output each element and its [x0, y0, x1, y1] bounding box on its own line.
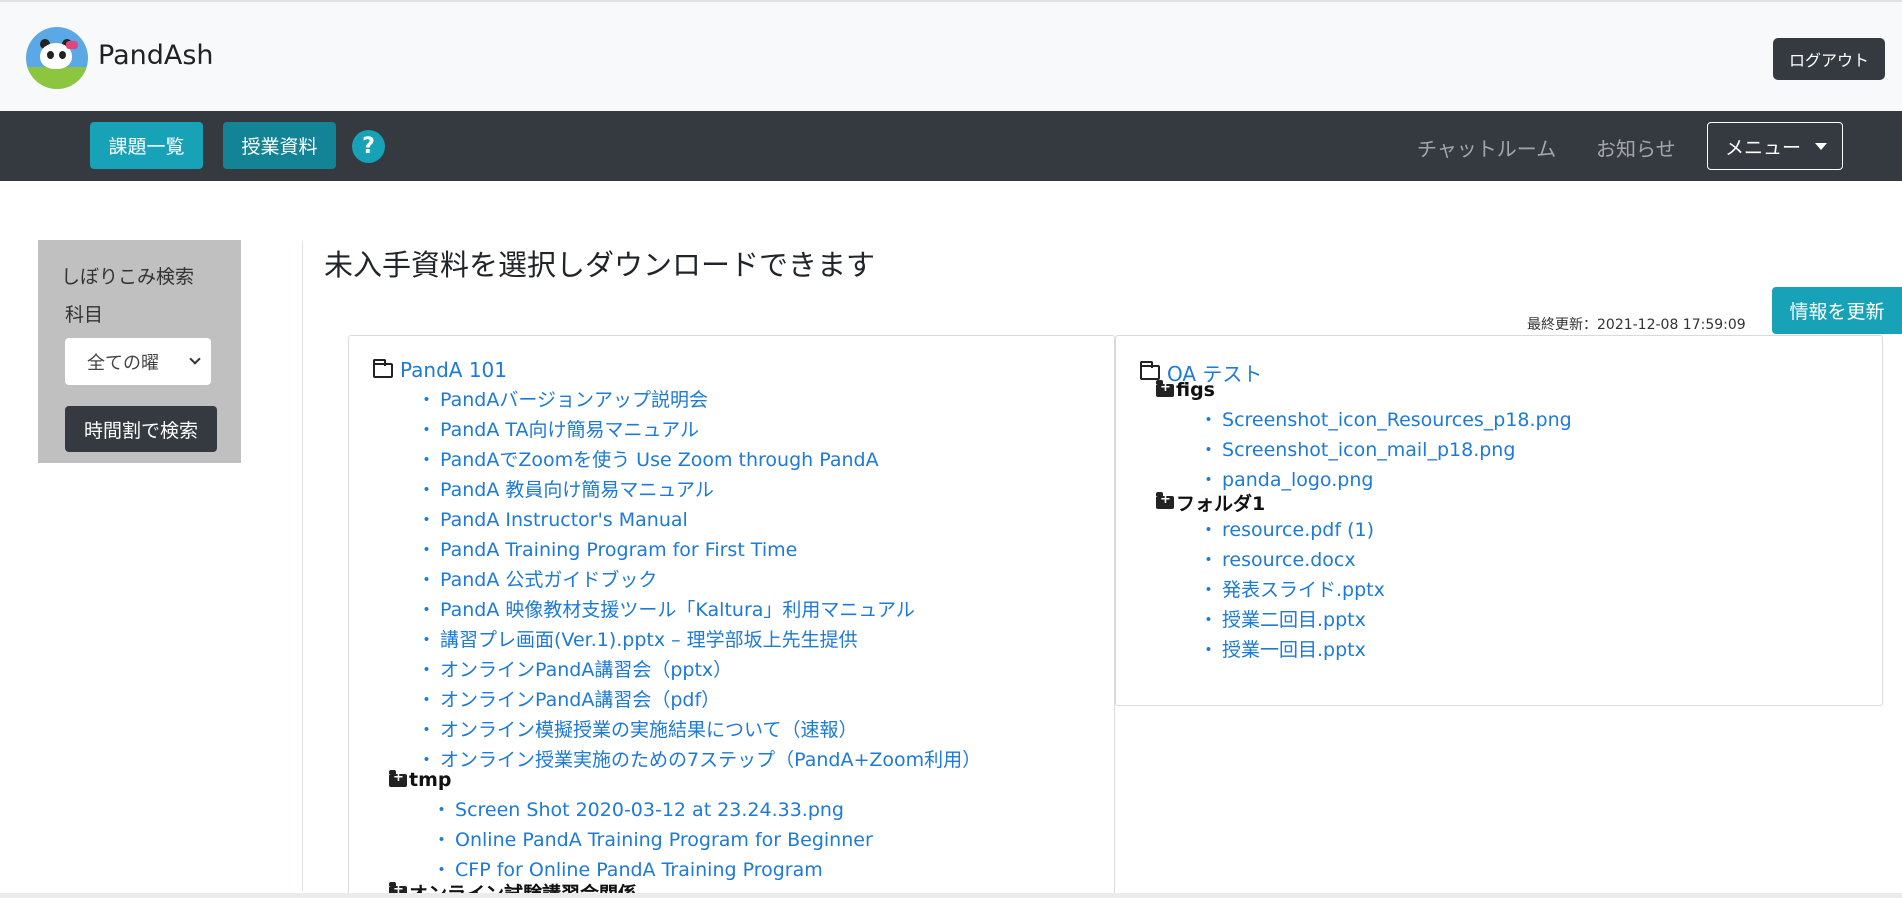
- file-item[interactable]: ・発表スライド.pptx: [1199, 575, 1385, 602]
- pandash-logo-icon[interactable]: [26, 27, 88, 89]
- help-icon[interactable]: ?: [352, 130, 385, 163]
- file-item[interactable]: ・ Screen Shot 2020-03-12 at 23.24.33.png: [432, 795, 844, 822]
- menu-label: メニュー: [1725, 136, 1802, 159]
- file-item[interactable]: ・授業一回目.pptx: [1199, 635, 1366, 662]
- course-title-panda-101[interactable]: PandA 101: [373, 358, 507, 382]
- materials-button[interactable]: 授業資料: [223, 122, 336, 169]
- file-item[interactable]: ・ CFP for Online PandA Training Program: [432, 855, 823, 882]
- filter-sidebar: しぼりこみ検索 科目 全ての曜 時間割で検索: [38, 240, 241, 463]
- last-updated: 最終更新：2021-12-08 17:59:09: [1527, 317, 1746, 333]
- file-item[interactable]: ・ PandA Instructor's Manual: [417, 505, 688, 532]
- window-bottom-edge: [0, 893, 1902, 898]
- logout-button[interactable]: ログアウト: [1773, 38, 1885, 80]
- menu-dropdown-button[interactable]: メニュー: [1707, 122, 1843, 170]
- file-item[interactable]: ・ PandA 映像教材支援ツール「Kaltura」利用マニュアル: [417, 595, 915, 622]
- course-card-panda-101: PandA 101 ・ PandAバージョンアップ説明会 ・ PandA TA向け簡…: [348, 335, 1115, 898]
- folder-icon: [1140, 361, 1160, 380]
- top-bar: PandAsh ログアウト: [0, 0, 1902, 111]
- file-item[interactable]: ・授業二回目.pptx: [1199, 605, 1366, 632]
- timetable-search-button[interactable]: 時間割で検索: [65, 406, 217, 452]
- folder-plus-icon: [1156, 379, 1174, 397]
- subfolder-tmp[interactable]: tmp: [389, 769, 451, 791]
- chevron-down-icon: [189, 353, 201, 365]
- file-item[interactable]: ・オンラインPandA講習会（pptx）: [417, 655, 732, 682]
- day-select[interactable]: 全ての曜: [65, 338, 211, 385]
- file-item[interactable]: ・ resource.pdf (1): [1199, 515, 1374, 542]
- folder-icon: [373, 358, 393, 378]
- subfolder-folder1[interactable]: フォルダ1: [1156, 489, 1265, 516]
- brand-name[interactable]: PandAsh: [98, 40, 214, 71]
- refresh-button[interactable]: 情報を更新: [1772, 287, 1902, 334]
- file-item[interactable]: ・オンラインPandA講習会（pdf）: [417, 685, 720, 712]
- file-item[interactable]: ・講習プレ画面(Ver.1).pptx – 理学部坂上先生提供: [417, 625, 858, 652]
- file-item[interactable]: ・ Online PandA Training Program for Begin…: [432, 825, 873, 852]
- page-title: 未入手資料を選択しダウンロードできます: [324, 248, 876, 282]
- nav-bar: 課題一覧 授業資料 ? チャットルーム お知らせ メニュー: [0, 111, 1902, 181]
- chat-room-link[interactable]: チャットルーム: [1417, 133, 1556, 162]
- caret-down-icon: [1815, 142, 1828, 150]
- file-item[interactable]: ・ PandAでZoomを使う Use Zoom through PandA: [417, 445, 879, 472]
- subject-label: 科目: [65, 304, 104, 326]
- folder-plus-icon: [389, 769, 407, 787]
- file-item[interactable]: ・オンライン授業実施のための7ステップ（PandA+Zoom利用）: [417, 745, 981, 772]
- file-item[interactable]: ・ PandAバージョンアップ説明会: [417, 385, 708, 412]
- assignments-button[interactable]: 課題一覧: [90, 122, 203, 169]
- subfolder-figs[interactable]: figs: [1156, 379, 1215, 401]
- file-item[interactable]: ・ panda_logo.png: [1199, 465, 1373, 492]
- file-item[interactable]: ・オンライン模擬授業の実施結果について（速報）: [417, 715, 857, 742]
- divider: [302, 241, 303, 891]
- filter-title: しぼりこみ検索: [61, 266, 195, 288]
- file-item[interactable]: ・ PandA 教員向け簡易マニュアル: [417, 475, 714, 502]
- course-card-oa-test: OA テスト figs ・Screenshot_icon_Resources_p…: [1115, 335, 1883, 706]
- file-item[interactable]: ・ PandA 公式ガイドブック: [417, 565, 657, 592]
- file-item[interactable]: ・ PandA Training Program for First Time: [417, 535, 797, 562]
- news-link[interactable]: お知らせ: [1596, 133, 1676, 162]
- file-item[interactable]: ・ Screenshot_icon_Resources_p18.png: [1199, 405, 1572, 432]
- folder-plus-icon: [1156, 492, 1174, 509]
- file-item[interactable]: ・ Screenshot_icon_mail_p18.png: [1199, 435, 1515, 462]
- day-select-value: 全ての曜: [87, 352, 159, 374]
- file-item[interactable]: ・ PandA TA向け簡易マニュアル: [417, 415, 699, 442]
- file-item[interactable]: ・ resource.docx: [1199, 545, 1356, 572]
